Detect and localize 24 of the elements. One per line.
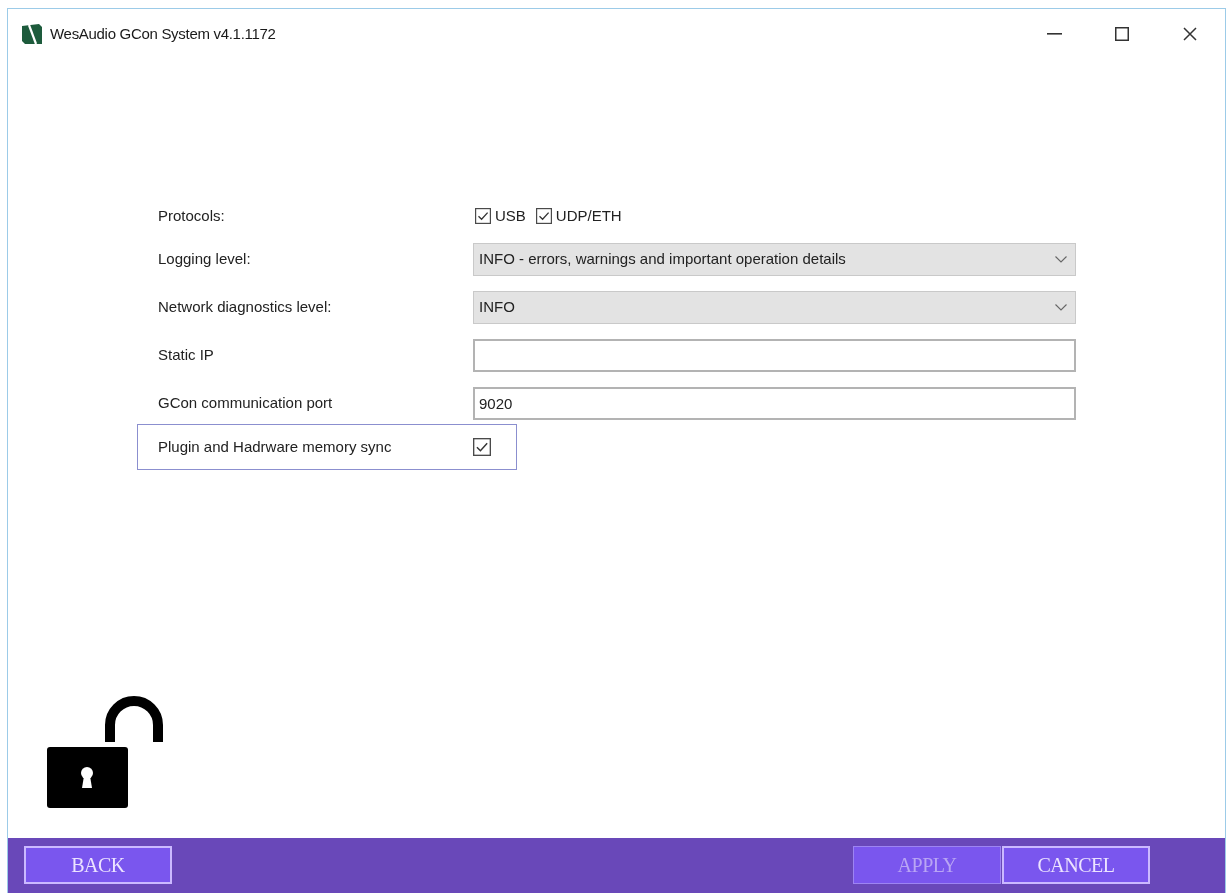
footer-button[interactable]: CANCEL	[1002, 846, 1150, 884]
text-field[interactable]: 9020	[473, 387, 1076, 420]
setting-label: Network diagnostics level:	[158, 297, 333, 318]
chevron-down-icon	[1055, 256, 1067, 263]
setting-label: Logging level:	[158, 249, 252, 270]
app-logo-icon	[22, 24, 42, 44]
minimize-icon	[1046, 33, 1062, 35]
text-field[interactable]	[473, 339, 1076, 372]
setting-label: GCon communication port	[158, 393, 334, 414]
footer-button[interactable]: BACK	[24, 846, 172, 884]
maximize-icon	[1115, 27, 1129, 41]
setting-label: Protocols:	[158, 205, 226, 226]
chevron-down-icon	[1055, 304, 1067, 311]
checkbox[interactable]	[535, 208, 552, 224]
checkbox[interactable]	[475, 208, 491, 224]
setting-label: Static IP	[158, 345, 215, 366]
window-title: WesAudio GCon System v4.1.1172	[50, 23, 276, 44]
checkbox[interactable]	[473, 438, 491, 456]
checkbox-label: USB	[495, 205, 526, 226]
close-icon	[1183, 27, 1197, 41]
setting-label: Plugin and Hadrware memory sync	[158, 436, 393, 457]
dropdown[interactable]: INFO - errors, warnings and important operation details	[473, 243, 1076, 276]
checkbox-label: UDP/ETH	[555, 205, 622, 226]
dropdown[interactable]: INFO	[473, 291, 1076, 324]
